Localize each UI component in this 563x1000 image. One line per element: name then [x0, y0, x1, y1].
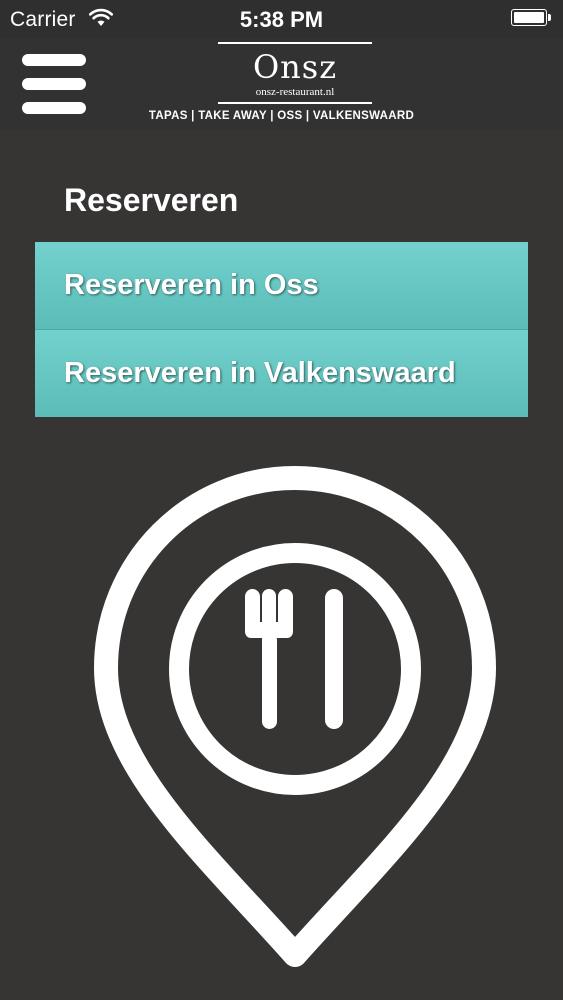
- logo[interactable]: Onsz onsz-restaurant.nl: [218, 42, 372, 104]
- logo-url: onsz-restaurant.nl: [255, 86, 335, 98]
- status-bar: Carrier 5:38 PM: [0, 0, 563, 38]
- header-tagline: TAPAS | TAKE AWAY | OSS | VALKENSWAARD: [148, 110, 415, 122]
- logo-top-line: [218, 42, 372, 44]
- page-title: Reserveren: [64, 182, 239, 218]
- hamburger-menu-icon[interactable]: [22, 54, 86, 114]
- knife-icon: [325, 589, 343, 729]
- restaurant-location-pin-icon: [94, 466, 496, 967]
- app-header: Onsz onsz-restaurant.nl TAPAS | TAKE AWA…: [0, 38, 563, 130]
- reserve-oss-button[interactable]: Reserveren in Oss: [35, 242, 528, 329]
- reserve-valkenswaard-button[interactable]: Reserveren in Valkenswaard: [35, 329, 528, 417]
- logo-mark: Onsz: [252, 48, 338, 86]
- fork-icon: [245, 589, 293, 729]
- battery-icon: [511, 9, 553, 28]
- logo-bottom-line: [218, 102, 372, 104]
- status-time: 5:38 PM: [239, 7, 324, 32]
- reservation-list: Reserveren in Oss Reserveren in Valkensw…: [35, 242, 528, 417]
